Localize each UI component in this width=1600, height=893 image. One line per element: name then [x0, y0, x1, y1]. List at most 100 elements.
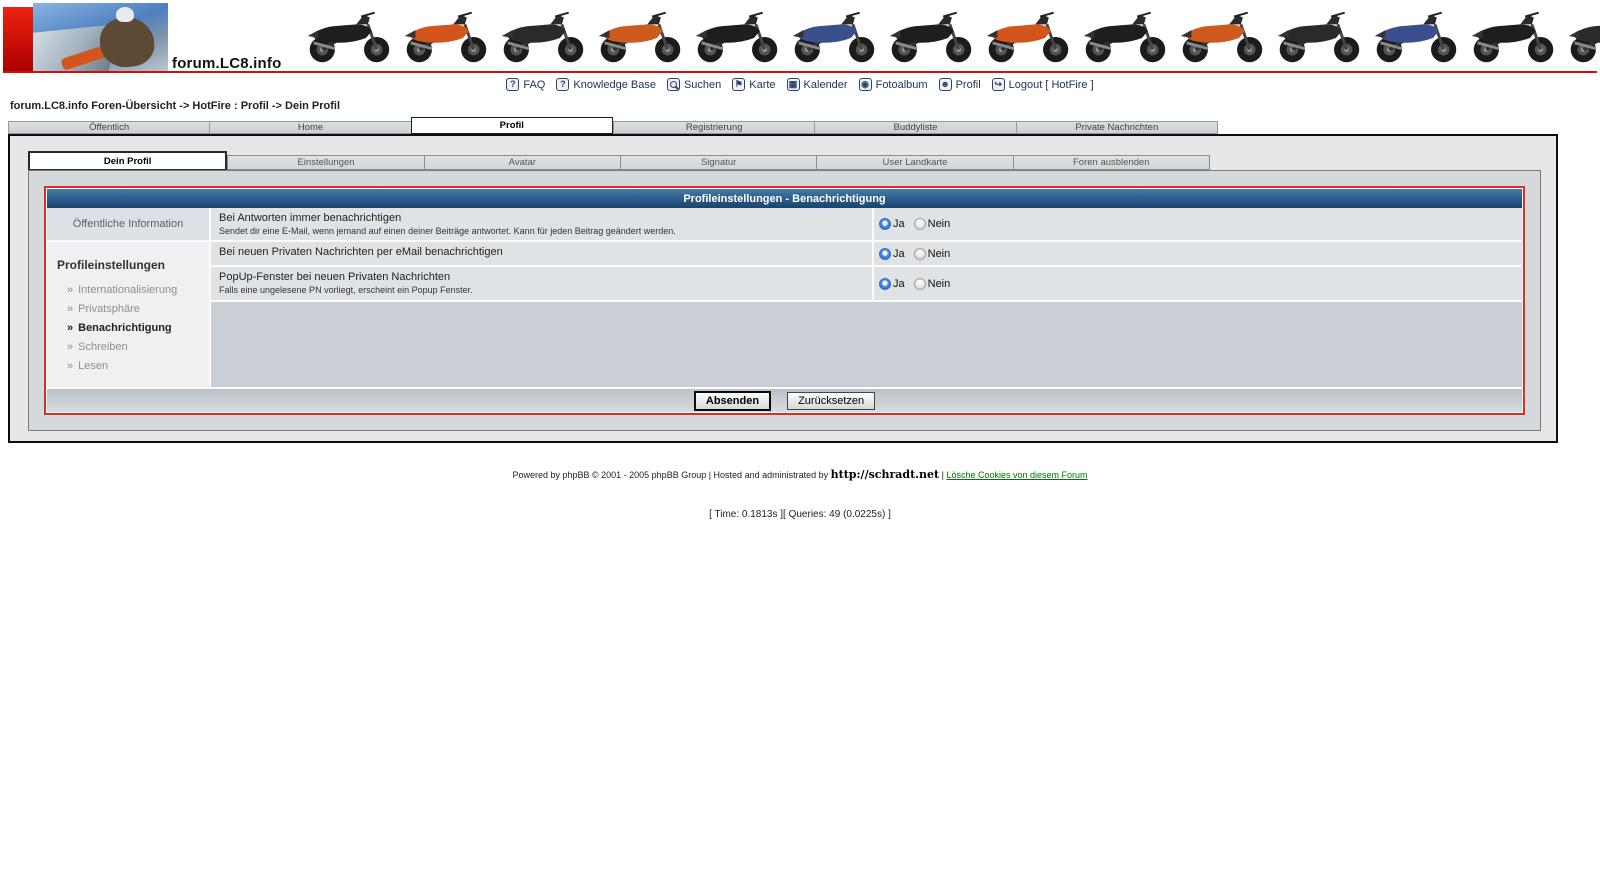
tab-private-nachrichten[interactable]: Private Nachrichten	[1016, 121, 1218, 134]
main-tab-bar: Öffentlich Home Profil Registrierung Bud…	[8, 117, 1218, 134]
panel-title: Profileinstellungen - Benachrichtigung	[47, 189, 1522, 208]
banner-divider-line	[3, 71, 1597, 73]
subtab-signatur[interactable]: Signatur	[620, 155, 816, 170]
powered-by-text: Powered by phpBB © 2001 - 2005 phpBB Gro…	[512, 470, 828, 480]
nav-suchen[interactable]: Suchen	[667, 78, 721, 91]
sidebar-item-benachrichtigung[interactable]: »Benachrichtigung	[67, 322, 203, 334]
setting-radio-cell: Ja Nein	[874, 267, 1522, 300]
sidebar-section-title: Profileinstellungen	[57, 258, 203, 272]
bullet-icon: »	[67, 303, 73, 315]
bullet-icon: »	[67, 322, 73, 334]
tab-home[interactable]: Home	[209, 121, 410, 134]
sidebar-item-label: Schreiben	[78, 341, 128, 353]
settings-rows: Bei Antworten immer benachrichtigen Send…	[211, 208, 1522, 387]
absenden-button[interactable]: Absenden	[694, 391, 771, 411]
radio-nein[interactable]	[914, 248, 926, 260]
setting-description: Falls eine ungelesene PN vorliegt, ersch…	[219, 285, 864, 295]
subtab-user-landkarte[interactable]: User Landkarte	[816, 155, 1012, 170]
radio-nein-label: Nein	[928, 218, 951, 230]
radio-ja[interactable]	[879, 278, 891, 290]
motorcycle-image	[1561, 4, 1600, 68]
subtab-avatar[interactable]: Avatar	[424, 155, 620, 170]
setting-text-cell: Bei neuen Privaten Nachrichten per eMail…	[211, 242, 872, 265]
setting-radio-cell: Ja Nein	[874, 242, 1522, 265]
settings-panel: Profileinstellungen - Benachrichtigung Ö…	[44, 186, 1525, 415]
motorcycle-image	[688, 4, 785, 68]
motorcycle-image	[494, 4, 591, 68]
sidebar-item-oeffentliche-information[interactable]: Öffentliche Information	[47, 208, 209, 240]
setting-title: Bei neuen Privaten Nachrichten per eMail…	[219, 246, 864, 258]
subtab-dein-profil[interactable]: Dein Profil	[28, 151, 227, 170]
motorcycle-image	[882, 4, 979, 68]
nav-kalender[interactable]: ▦ Kalender	[787, 78, 848, 91]
motorcycle-image	[397, 4, 494, 68]
tab-registrierung[interactable]: Registrierung	[613, 121, 814, 134]
motorcycle-image	[1173, 4, 1270, 68]
zuruecksetzen-button[interactable]: Zurücksetzen	[787, 392, 875, 410]
motorcycle-image	[785, 4, 882, 68]
empty-area	[211, 302, 1522, 387]
sidebar: Öffentliche Information Profileinstellun…	[47, 208, 209, 387]
sidebar-item-schreiben[interactable]: » Schreiben	[67, 341, 203, 353]
nav-karte[interactable]: ⚑ Karte	[732, 78, 775, 91]
radio-ja-label: Ja	[893, 248, 905, 260]
radio-ja[interactable]	[879, 248, 891, 260]
nav-kalender-label: Kalender	[804, 79, 848, 91]
nav-faq-label: FAQ	[523, 79, 545, 91]
sidebar-item-lesen[interactable]: »Lesen	[67, 360, 203, 372]
sidebar-menu: Profileinstellungen » Internationalisieru…	[47, 242, 209, 387]
profile-icon: ☻	[939, 78, 952, 91]
schradt-link[interactable]: http://schradt.net	[831, 468, 939, 481]
subtab-einstellungen[interactable]: Einstellungen	[227, 155, 423, 170]
flag-icon: ⚑	[732, 78, 745, 91]
radio-nein[interactable]	[914, 278, 926, 290]
nav-karte-label: Karte	[749, 79, 775, 91]
setting-text-cell: PopUp-Fenster bei neuen Privaten Nachric…	[211, 267, 872, 300]
sidebar-item-label: Internationalisierung	[78, 284, 177, 296]
profile-sub-tab-bar: Dein Profil Einstellungen Avatar Signatu…	[28, 151, 1210, 170]
nav-knowledge-base[interactable]: ? Knowledge Base	[556, 78, 656, 91]
logout-icon: ↪	[992, 78, 1005, 91]
banner-red-block	[3, 7, 33, 71]
bullet-icon: »	[67, 284, 73, 296]
tab-profil[interactable]: Profil	[411, 117, 613, 134]
tab-buddyliste[interactable]: Buddyliste	[814, 121, 1015, 134]
sidebar-item-privatsphaere[interactable]: »Privatsphäre	[67, 303, 203, 315]
breadcrumb: forum.LC8.info Foren-Übersicht -> HotFir…	[0, 94, 1600, 117]
radio-ja-label: Ja	[893, 218, 905, 230]
nav-knowledge-base-label: Knowledge Base	[573, 79, 656, 91]
sidebar-item-internationalisierung[interactable]: » Internationalisierung	[67, 284, 203, 296]
site-title: forum.LC8.info	[172, 55, 281, 72]
subtab-foren-ausblenden[interactable]: Foren ausblenden	[1013, 155, 1210, 170]
bullet-icon: »	[67, 360, 73, 372]
nav-profil-label: Profil	[956, 79, 981, 91]
footer-divider: |	[942, 470, 944, 480]
radio-nein[interactable]	[914, 218, 926, 230]
radio-nein-label: Nein	[928, 248, 951, 260]
photo-helmet	[116, 7, 134, 22]
motorcycle-image	[591, 4, 688, 68]
radio-ja[interactable]	[879, 218, 891, 230]
setting-title: PopUp-Fenster bei neuen Privaten Nachric…	[219, 271, 864, 283]
nav-fotoalbum-label: Fotoalbum	[876, 79, 928, 91]
nav-logout-label: Logout [ HotFire ]	[1009, 79, 1094, 91]
nav-suchen-label: Suchen	[684, 79, 721, 91]
setting-title: Bei Antworten immer benachrichtigen	[219, 212, 864, 224]
inner-box: Profileinstellungen - Benachrichtigung Ö…	[28, 170, 1541, 431]
bike-strip	[300, 4, 1600, 70]
motorcycle-image	[1367, 4, 1464, 68]
page: forum.LC8.info ? FAQ ? Knowledge Base Su…	[0, 0, 1600, 893]
nav-logout[interactable]: ↪ Logout [ HotFire ]	[992, 78, 1094, 91]
bullet-icon: »	[67, 341, 73, 353]
setting-row-antworten: Bei Antworten immer benachrichtigen Send…	[211, 208, 1522, 240]
header-banner: forum.LC8.info	[0, 0, 1600, 73]
motorcycle-image	[1076, 4, 1173, 68]
delete-cookies-link[interactable]: Lösche Cookies von diesem Forum	[946, 470, 1087, 480]
nav-fotoalbum[interactable]: ◉ Fotoalbum	[859, 78, 928, 91]
nav-faq[interactable]: ? FAQ	[506, 78, 545, 91]
top-navbar: ? FAQ ? Knowledge Base Suchen ⚑ Karte ▦ …	[0, 73, 1600, 94]
button-row: Absenden Zurücksetzen	[47, 387, 1522, 412]
help-icon: ?	[506, 78, 519, 91]
tab-oeffentlich[interactable]: Öffentlich	[8, 121, 209, 134]
nav-profil[interactable]: ☻ Profil	[939, 78, 981, 91]
